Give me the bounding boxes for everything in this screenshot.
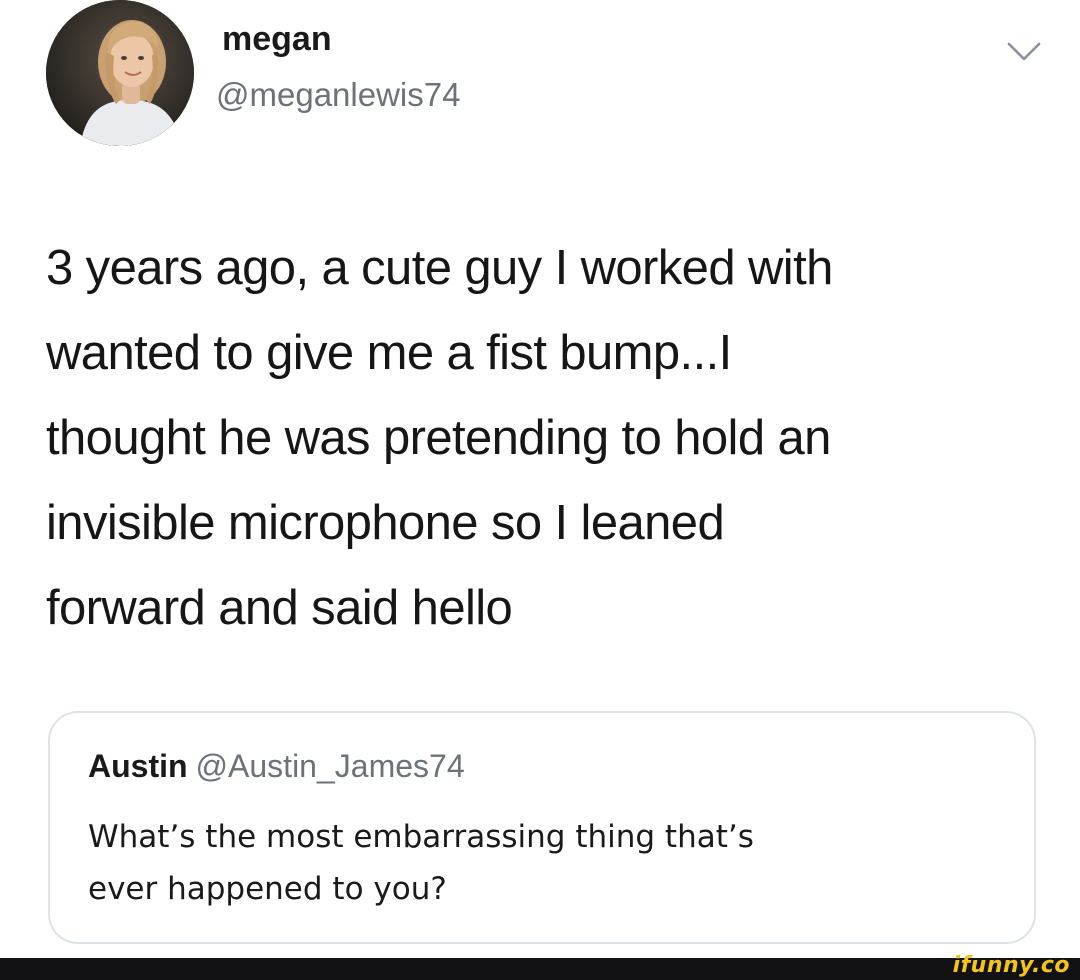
quoted-tweet-card[interactable]: Austin @Austin_James74 What’s the most em… (48, 711, 1036, 944)
chevron-down-icon[interactable] (1006, 40, 1042, 64)
avatar-photo (46, 0, 194, 146)
tweet-text-line: 3 years ago, a cute guy I worked with (46, 241, 833, 295)
watermark-bar: ifunny.co (0, 953, 1080, 980)
tweet-text-line: forward and said hello (46, 581, 513, 635)
author-display-name[interactable]: megan (222, 22, 332, 56)
avatar[interactable] (46, 0, 194, 146)
quoted-tweet-header: Austin @Austin_James74 (88, 750, 465, 782)
quoted-tweet-text-line: ever happened to you? (88, 871, 447, 907)
author-handle[interactable]: @meganlewis74 (216, 78, 460, 111)
quoted-tweet-text-line: What’s the most embarrassing thing that’… (88, 819, 754, 855)
tweet-text-line: thought he was pretending to hold an (46, 411, 831, 465)
tweet-text-line: invisible microphone so I leaned (46, 496, 725, 550)
quoted-author-handle: @Austin_James74 (195, 748, 465, 784)
ifunny-watermark: ifunny.co (952, 953, 1070, 978)
quoted-tweet-text: What’s the most embarrassing thing that’… (88, 811, 1008, 915)
quoted-author-display-name: Austin (88, 748, 188, 784)
tweet-text-line: wanted to give me a fist bump...I (46, 326, 732, 380)
tweet-text: 3 years ago, a cute guy I worked with wa… (46, 226, 1056, 651)
